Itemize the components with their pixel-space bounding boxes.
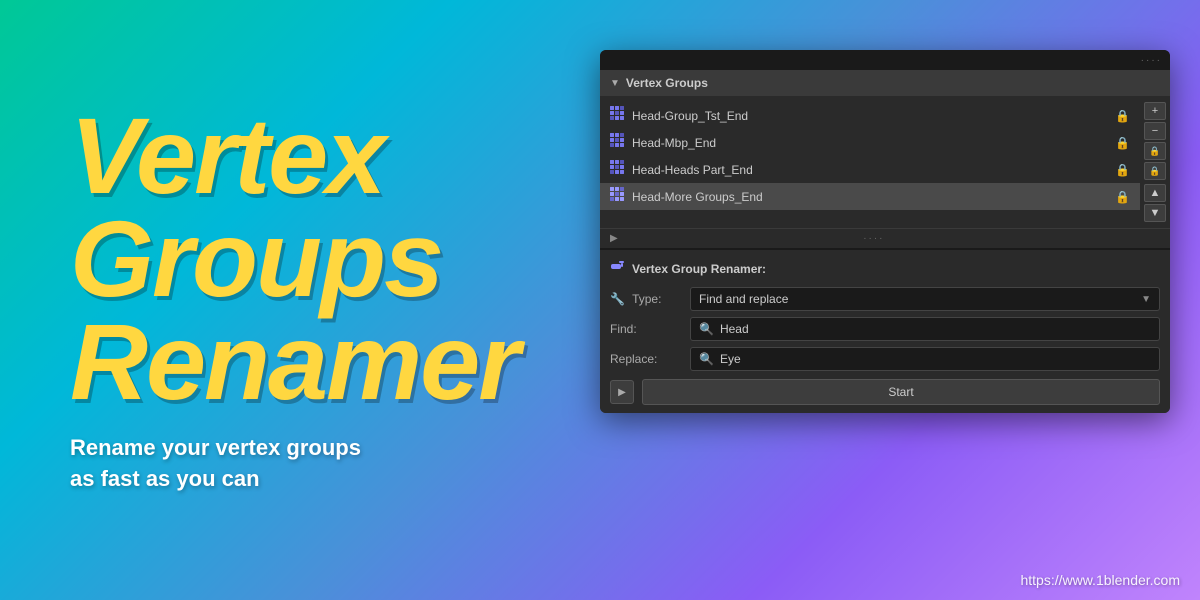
collapse-icon[interactable]: ▼ [610,78,620,89]
find-row: Find: 🔍 Head [610,317,1160,341]
item-lock-icon-3: 🔒 [1115,190,1130,204]
list-area: Head-Group_Tst_End 🔒 [600,96,1170,228]
renamer-icon [610,258,626,279]
move-down-button[interactable]: ▼ [1144,204,1166,222]
replace-input[interactable]: 🔍 Eye [690,347,1160,371]
add-group-button[interactable]: + [1144,102,1166,120]
start-row: ▶ Start [610,379,1160,405]
list-item[interactable]: Head-Mbp_End 🔒 [600,129,1140,156]
play-button[interactable]: ▶ [610,380,634,404]
footer-dots-icon: ···· [863,233,884,244]
find-search-icon: 🔍 [699,322,714,336]
expand-icon[interactable]: ▶ [610,233,618,244]
vertex-groups-section: ▼ Vertex Groups [600,70,1170,248]
subtitle: Rename your vertex groups as fast as you… [70,433,560,495]
item-grid-icon [610,106,624,125]
list-controls: + − 🔒 🔒 ▲ ▼ [1140,100,1170,224]
title-line3: Renamer [70,301,518,422]
renamer-section: Vertex Group Renamer: 🔧 Type: Find and r… [600,248,1170,413]
section-header: ▼ Vertex Groups [600,70,1170,96]
list-footer: ▶ ···· [600,228,1170,248]
dropdown-arrow-icon: ▼ [1141,294,1151,305]
subtitle-line2: as fast as you can [70,466,260,491]
item-label-3: Head-More Groups_End [632,190,763,204]
list-item[interactable]: Head-Heads Part_End 🔒 [600,156,1140,183]
left-panel: Vertex Groups Renamer Rename your vertex… [0,0,620,600]
find-input-text: Head [720,322,749,336]
find-label: Find: [610,322,680,336]
item-grid-icon [610,133,624,152]
subtitle-line1: Rename your vertex groups [70,435,361,460]
move-up-button[interactable]: ▲ [1144,184,1166,202]
item-label-0: Head-Group_Tst_End [632,109,748,123]
renamer-header-text: Vertex Group Renamer: [632,262,766,276]
panel-topbar: ···· [600,50,1170,70]
list-item-selected[interactable]: Head-More Groups_End 🔒 [600,183,1140,210]
replace-input-text: Eye [720,352,741,366]
replace-row: Replace: 🔍 Eye [610,347,1160,371]
list-item[interactable]: Head-Group_Tst_End 🔒 [600,102,1140,129]
replace-search-icon: 🔍 [699,352,714,366]
item-label-2: Head-Heads Part_End [632,163,753,177]
remove-group-button[interactable]: − [1144,122,1166,140]
section-header-label: Vertex Groups [626,76,708,90]
type-value-text: Find and replace [699,292,788,306]
lock-button-2[interactable]: 🔒 [1144,162,1166,180]
blender-panel: ···· ▼ Vertex Groups [600,50,1170,413]
item-lock-icon-2: 🔒 [1115,163,1130,177]
main-title: Vertex Groups Renamer [70,105,560,413]
lock-group-button[interactable]: 🔒 [1144,142,1166,160]
renamer-header: Vertex Group Renamer: [610,258,1160,279]
type-row: 🔧 Type: Find and replace ▼ [610,287,1160,311]
replace-label: Replace: [610,352,680,366]
type-dropdown[interactable]: Find and replace ▼ [690,287,1160,311]
panel-dots-icon: ···· [1141,55,1162,66]
item-lock-icon-0: 🔒 [1115,109,1130,123]
item-grid-icon [610,187,624,206]
type-label: 🔧 Type: [610,292,680,306]
item-grid-icon [610,160,624,179]
item-label-1: Head-Mbp_End [632,136,716,150]
start-button[interactable]: Start [642,379,1160,405]
vertex-group-list: Head-Group_Tst_End 🔒 [600,100,1140,224]
find-input[interactable]: 🔍 Head [690,317,1160,341]
item-lock-icon-1: 🔒 [1115,136,1130,150]
website-url: https://www.1blender.com [1020,572,1180,588]
